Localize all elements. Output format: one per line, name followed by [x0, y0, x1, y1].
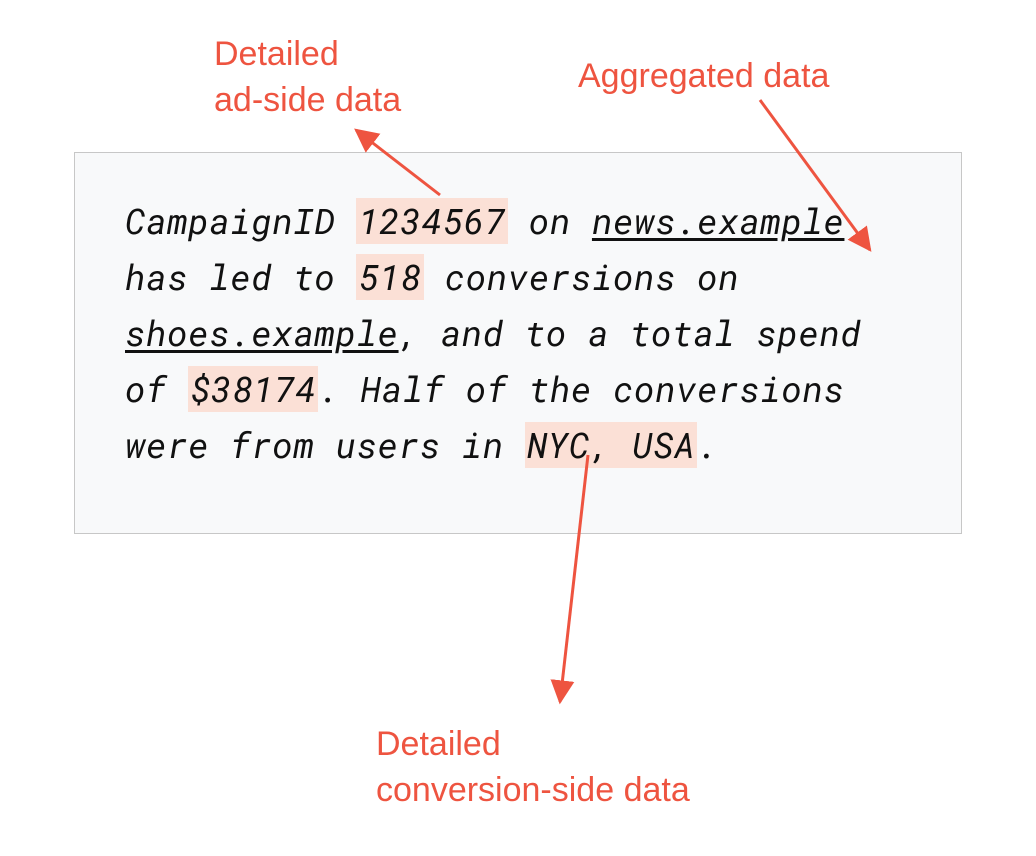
conversions-highlight: 518	[356, 254, 423, 300]
example-content: CampaignID 1234567 on news.example has l…	[125, 193, 911, 473]
text-seg: CampaignID	[125, 198, 356, 244]
location-highlight: NYC, USA	[525, 422, 697, 468]
text-seg: has led to	[125, 254, 356, 300]
spend-highlight: $38174	[188, 366, 318, 412]
example-box: CampaignID 1234567 on news.example has l…	[74, 152, 962, 534]
advertiser-site: shoes.example	[125, 310, 399, 356]
label-conversionside: Detailed conversion-side data	[376, 722, 690, 814]
text-seg: .	[697, 422, 718, 468]
publisher-site: news.example	[592, 198, 845, 244]
label-aggregated: Aggregated data	[578, 54, 829, 100]
label-adside: Detailed ad-side data	[214, 32, 401, 124]
text-seg: on	[508, 198, 592, 244]
text-seg: conversions on	[424, 254, 740, 300]
campaign-id-highlight: 1234567	[356, 198, 507, 244]
